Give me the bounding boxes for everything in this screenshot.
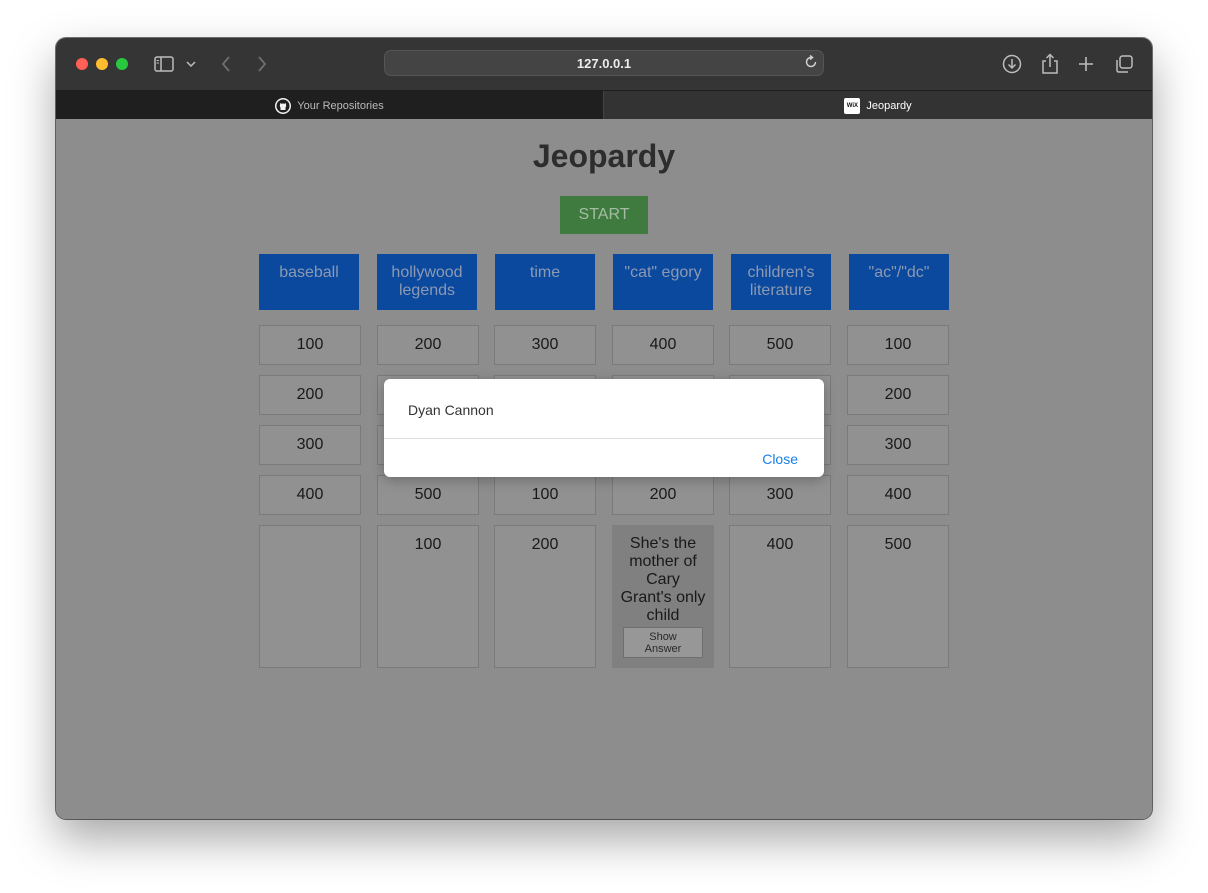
modal-message: Dyan Cannon (408, 402, 494, 418)
tab-your-repositories[interactable]: Your Repositories (56, 91, 604, 120)
zoom-window-button[interactable] (116, 58, 128, 70)
new-tab-icon[interactable] (1074, 52, 1098, 76)
share-icon[interactable] (1038, 52, 1062, 76)
browser-toolbar: 127.0.0.1 (56, 38, 1152, 90)
browser-window: 127.0.0.1 Your Repositories WiX Jeopardy (56, 38, 1152, 819)
tab-label: Jeopardy (866, 99, 912, 112)
tab-bar: Your Repositories WiX Jeopardy (56, 90, 1152, 120)
back-icon[interactable] (218, 52, 234, 76)
page-content: Jeopardy START baseball hollywood legend… (56, 119, 1152, 819)
chevron-down-icon[interactable] (184, 52, 198, 76)
close-window-button[interactable] (76, 58, 88, 70)
answer-modal: Dyan Cannon Close (384, 379, 824, 477)
minimize-window-button[interactable] (96, 58, 108, 70)
github-icon (275, 97, 292, 114)
sidebar-icon[interactable] (152, 52, 176, 76)
wix-icon: WiX (844, 97, 861, 114)
modal-close-button[interactable]: Close (762, 451, 798, 467)
tab-label: Your Repositories (297, 99, 384, 112)
address-bar[interactable]: 127.0.0.1 (384, 50, 824, 76)
tab-overview-icon[interactable] (1112, 52, 1136, 76)
forward-icon[interactable] (254, 52, 270, 76)
url-text: 127.0.0.1 (576, 56, 632, 71)
modal-divider (384, 438, 824, 439)
tab-jeopardy[interactable]: WiX Jeopardy (604, 91, 1152, 120)
reload-icon[interactable] (803, 54, 819, 75)
downloads-icon[interactable] (1000, 52, 1024, 76)
